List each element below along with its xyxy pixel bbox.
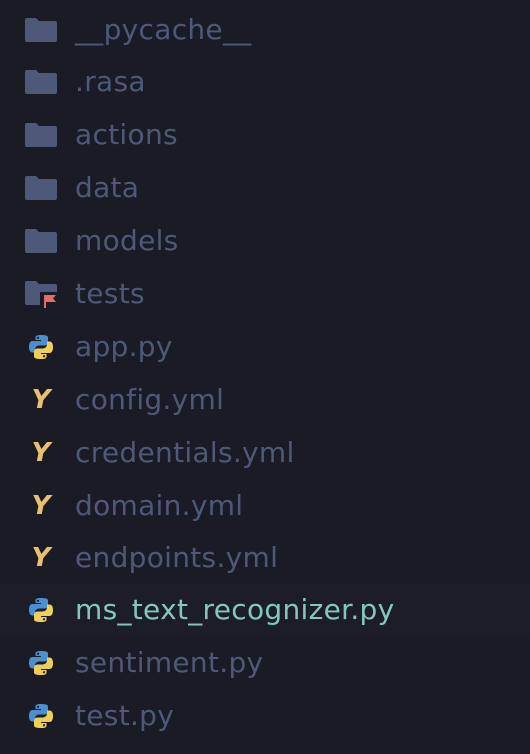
tree-item-sentiment-py[interactable]: sentiment.py	[0, 637, 530, 689]
yaml-icon: Y	[31, 438, 51, 468]
yaml-icon: Y	[31, 491, 51, 521]
tree-item-label: .rasa	[75, 65, 146, 98]
python-icon	[22, 646, 60, 680]
tree-item-tests-folder[interactable]: tests	[0, 268, 530, 320]
tree-item-label: models	[75, 224, 179, 257]
folder-icon	[22, 13, 60, 47]
tree-item-endpoints-yml[interactable]: Y endpoints.yml	[0, 532, 530, 584]
tree-item-label: ms_text_recognizer.py	[75, 593, 395, 626]
yaml-icon: Y	[31, 385, 51, 415]
tree-item-data-folder[interactable]: data	[0, 162, 530, 214]
tree-item-label: actions	[75, 118, 178, 151]
tree-item-credentials-yml[interactable]: Y credentials.yml	[0, 427, 530, 479]
tree-item-test-py[interactable]: test.py	[0, 690, 530, 742]
tree-item-rasa-folder[interactable]: .rasa	[0, 56, 530, 108]
folder-icon	[22, 118, 60, 152]
tree-item-pycache-folder[interactable]: __pycache__	[0, 4, 530, 56]
tree-item-domain-yml[interactable]: Y domain.yml	[0, 480, 530, 532]
tree-item-label: config.yml	[75, 383, 225, 416]
tree-item-label: app.py	[75, 330, 173, 363]
python-icon	[22, 330, 60, 364]
python-icon	[22, 699, 60, 733]
tree-item-label: __pycache__	[75, 13, 252, 46]
yaml-icon: Y	[31, 543, 51, 573]
tree-item-label: data	[75, 171, 140, 204]
tree-item-label: endpoints.yml	[75, 541, 279, 574]
file-explorer: __pycache__ .rasa actions data models te…	[0, 0, 530, 754]
tree-item-actions-folder[interactable]: actions	[0, 109, 530, 161]
tree-item-config-yml[interactable]: Y config.yml	[0, 374, 530, 426]
tree-item-models-folder[interactable]: models	[0, 215, 530, 267]
tree-item-label: sentiment.py	[75, 646, 264, 679]
tree-item-label: test.py	[75, 699, 175, 732]
folder-icon	[22, 224, 60, 258]
tree-item-label: domain.yml	[75, 489, 244, 522]
folder-icon	[22, 171, 60, 205]
python-icon	[22, 593, 60, 627]
tree-item-ms-text-recognizer-py[interactable]: ms_text_recognizer.py	[0, 584, 530, 636]
tree-item-label: tests	[75, 277, 145, 310]
tree-item-label: credentials.yml	[75, 436, 295, 469]
folder-icon	[22, 65, 60, 99]
tree-item-app-py[interactable]: app.py	[0, 321, 530, 373]
test-folder-icon	[22, 277, 60, 311]
